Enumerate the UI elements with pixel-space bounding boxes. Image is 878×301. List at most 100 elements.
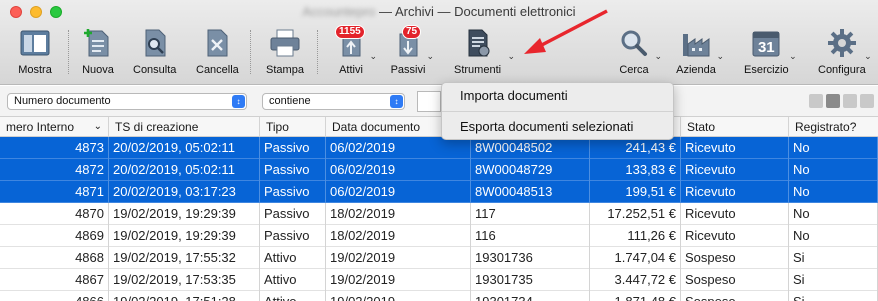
cell-data-documento: 06/02/2019 xyxy=(326,181,471,203)
sort-chevron-down-icon: ⌄ xyxy=(93,121,102,132)
esercizio-label: Esercizio xyxy=(744,64,789,76)
cell-importo: 133,83 € xyxy=(590,159,681,181)
column-header-ts-creazione[interactable]: TS di creazione xyxy=(109,117,260,137)
cell-numero-documento: 117 xyxy=(471,203,590,225)
column-header-label: mero Interno xyxy=(6,120,75,134)
cell-registrato: No xyxy=(789,203,878,225)
cell-importo: 1.747,04 € xyxy=(590,247,681,269)
cerca-button[interactable]: Cerca ⌄ xyxy=(614,26,662,80)
attivi-button[interactable]: 1155 Attivi ⌄ xyxy=(331,25,377,80)
column-header-numero-interno[interactable]: mero Interno ⌄ xyxy=(0,117,109,137)
table-row[interactable]: 4867 19/02/2019, 17:53:35 Attivo 19/02/2019… xyxy=(0,269,878,291)
annotation-arrow xyxy=(524,9,608,54)
window-toolbar: Accountepro — Archivi — Documenti elettr… xyxy=(0,0,878,85)
menu-separator xyxy=(442,111,673,112)
table-row[interactable]: 486619/02/2019, 17:51:28Attivo19/02/2019… xyxy=(0,291,878,301)
table-row[interactable]: 4872 20/02/2019, 05:02:11 Passivo 06/02/201… xyxy=(0,159,878,181)
cell-data-documento: 06/02/2019 xyxy=(326,137,471,159)
passivi-button[interactable]: 75 Passivi ⌄ xyxy=(388,25,434,80)
toolbar-separator xyxy=(68,30,69,74)
cell-ts-creazione: 20/02/2019, 05:02:11 xyxy=(109,137,260,159)
select-arrows-icon: ↕ xyxy=(232,95,245,108)
cell-ts-creazione: 19/02/2019, 17:51:28 xyxy=(109,291,260,301)
add-icon[interactable] xyxy=(860,94,874,108)
configura-chevron-down-icon[interactable]: ⌄ xyxy=(864,51,872,62)
cell-numero-interno: 4873 xyxy=(0,137,109,159)
esercizio-button[interactable]: 31 Esercizio ⌄ xyxy=(744,26,797,80)
column-header-tipo[interactable]: Tipo xyxy=(260,117,326,137)
table-header: mero Interno ⌄ TS di creazione Tipo Data… xyxy=(0,117,878,137)
consulta-label: Consulta xyxy=(133,64,177,76)
cell-importo: 111,26 € xyxy=(590,225,681,247)
cell-tipo: Passivo xyxy=(260,159,326,181)
table-row[interactable]: 4873 20/02/2019, 05:02:11 Passivo 06/02/201… xyxy=(0,137,878,159)
cerca-label: Cerca xyxy=(619,64,649,76)
attivi-label: Attivi xyxy=(339,64,363,76)
table-row[interactable]: 4871 20/02/2019, 03:17:23 Passivo 06/02/201… xyxy=(0,181,878,203)
configura-button[interactable]: Configura ⌄ xyxy=(818,26,872,80)
cell-data-documento: 18/02/2019 xyxy=(326,225,471,247)
filter-field-select[interactable]: Numero documento ↕ xyxy=(7,93,247,110)
cell-tipo: Passivo xyxy=(260,181,326,203)
columns-icon[interactable] xyxy=(809,94,823,108)
mostra-label: Mostra xyxy=(18,64,52,76)
azienda-chevron-down-icon[interactable]: ⌄ xyxy=(716,51,724,62)
cancella-button[interactable]: Cancella xyxy=(196,26,239,80)
table-row[interactable]: 4870 19/02/2019, 19:29:39 Passivo 18/02/201… xyxy=(0,203,878,225)
more-icon[interactable] xyxy=(843,94,857,108)
cell-registrato: No xyxy=(789,159,878,181)
column-header-registrato[interactable]: Registrato? xyxy=(789,117,878,137)
filter-tool-icons xyxy=(809,94,874,108)
cell-importo: 3.447,72 € xyxy=(590,269,681,291)
cell-importo: 1.871,48 € xyxy=(590,291,681,301)
azienda-button[interactable]: Azienda ⌄ xyxy=(676,26,724,80)
nuova-button[interactable]: Nuova xyxy=(78,26,118,80)
cell-tipo: Attivo xyxy=(260,247,326,269)
cell-tipo: Attivo xyxy=(260,269,326,291)
cell-numero-interno: 4870 xyxy=(0,203,109,225)
filter-operator-value: contiene xyxy=(269,95,311,107)
passivi-label: Passivi xyxy=(390,64,426,76)
window-title-app: Accountepro xyxy=(302,4,376,19)
search-document-icon xyxy=(135,26,175,60)
cell-registrato: No xyxy=(789,137,878,159)
window-title: Accountepro — Archivi — Documenti elettr… xyxy=(0,4,878,19)
cerca-chevron-down-icon[interactable]: ⌄ xyxy=(654,51,662,62)
menu-item-importa-documenti[interactable]: Importa documenti xyxy=(442,83,673,109)
cell-importo: 241,43 € xyxy=(590,137,681,159)
menu-item-esporta-documenti-selezionati[interactable]: Esporta documenti selezionati xyxy=(442,114,673,140)
toolbar-separator xyxy=(250,30,251,74)
cell-ts-creazione: 19/02/2019, 17:53:35 xyxy=(109,269,260,291)
strumenti-button[interactable]: Strumenti ⌄ xyxy=(454,26,515,80)
table-row[interactable]: 4869 19/02/2019, 19:29:39 Passivo 18/02/201… xyxy=(0,225,878,247)
printer-icon xyxy=(265,26,305,60)
cell-numero-interno: 4869 xyxy=(0,225,109,247)
stampa-button[interactable]: Stampa xyxy=(265,26,305,80)
table-row[interactable]: 4868 19/02/2019, 17:55:32 Attivo 19/02/2019… xyxy=(0,247,878,269)
toolbar-separator xyxy=(317,30,318,74)
cell-ts-creazione: 19/02/2019, 17:55:32 xyxy=(109,247,260,269)
filter-operator-select[interactable]: contiene ↕ xyxy=(262,93,405,110)
cell-registrato: Si xyxy=(789,269,878,291)
cell-tipo: Passivo xyxy=(260,225,326,247)
attivi-chevron-down-icon[interactable]: ⌄ xyxy=(369,51,377,62)
esercizio-chevron-down-icon[interactable]: ⌄ xyxy=(789,51,797,62)
azienda-label: Azienda xyxy=(676,64,716,76)
cell-registrato: No xyxy=(789,181,878,203)
mostra-button[interactable]: Mostra xyxy=(15,26,55,80)
cell-tipo: Attivo xyxy=(260,291,326,301)
cell-registrato: No xyxy=(789,225,878,247)
column-header-stato[interactable]: Stato xyxy=(681,117,789,137)
filter-value-input[interactable] xyxy=(417,91,441,112)
magnifier-icon xyxy=(614,26,654,60)
cell-tipo: Passivo xyxy=(260,203,326,225)
cell-numero-documento: 8W00048513 xyxy=(471,181,590,203)
table-body: 4873 20/02/2019, 05:02:11 Passivo 06/02/201… xyxy=(0,137,878,301)
consulta-button[interactable]: Consulta xyxy=(133,26,176,80)
cell-ts-creazione: 20/02/2019, 05:02:11 xyxy=(109,159,260,181)
cell-numero-documento: 116 xyxy=(471,225,590,247)
cell-stato: Ricevuto xyxy=(681,203,789,225)
search-icon[interactable] xyxy=(826,94,840,108)
filter-field-value: Numero documento xyxy=(14,95,111,107)
passivi-chevron-down-icon[interactable]: ⌄ xyxy=(426,51,434,62)
